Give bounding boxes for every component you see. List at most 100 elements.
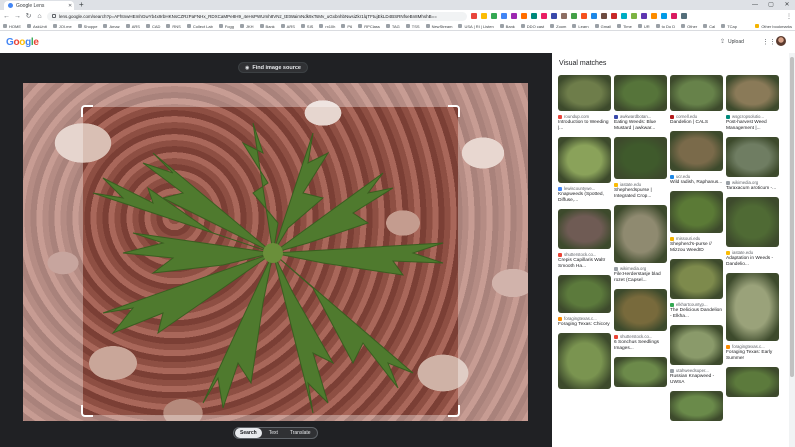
match-title[interactable]: 6 Sonchus Seedlings Images... <box>614 340 667 352</box>
extension-icon[interactable] <box>481 13 487 19</box>
visual-match-card[interactable]: elkhartcountyp... The Delicious Dandelion… <box>670 259 723 320</box>
extension-icon[interactable] <box>541 13 547 19</box>
match-title[interactable]: Shepherd's-purse // Mizzou WeedID <box>670 242 723 254</box>
scrollbar-thumb[interactable] <box>790 57 794 377</box>
bookmark-item[interactable]: Fogg <box>218 24 234 29</box>
bookmark-item[interactable]: Bank <box>499 24 515 29</box>
visual-match-card[interactable]: shutterstock.co... 6 Sonchus Seedlings Im… <box>614 289 667 352</box>
bookmark-item[interactable]: RPClass <box>358 24 380 29</box>
match-thumbnail[interactable] <box>614 75 667 111</box>
bookmark-item[interactable]: rx10h <box>319 24 335 29</box>
avatar[interactable] <box>776 36 786 46</box>
visual-match-card[interactable]: roundup.com Introduction to Weeding |... <box>558 75 611 132</box>
match-title[interactable]: Crepis Capillaris Waltr Smooth Ha... <box>558 258 611 270</box>
extension-icon[interactable] <box>501 13 507 19</box>
match-title[interactable]: Adaptation in Weeds - Dandelio... <box>726 256 779 268</box>
extension-icon[interactable] <box>591 13 597 19</box>
crop-handle-top-left[interactable] <box>81 105 93 117</box>
visual-match-card[interactable]: foragingtexas.c... Foraging Texas: Early … <box>726 273 779 362</box>
visual-match-card[interactable]: foragingtexas.c... Foraging Texas: Chicor… <box>558 275 611 328</box>
bookmark-item[interactable]: UR <box>637 24 650 29</box>
mode-translate-button[interactable]: Translate <box>285 428 316 438</box>
extension-icon[interactable] <box>491 13 497 19</box>
home-button[interactable]: ⌂ <box>36 13 43 20</box>
minimize-button[interactable]: — <box>747 0 763 10</box>
close-window-button[interactable]: ✕ <box>779 0 795 10</box>
visual-match-card[interactable]: utahweedsuper... Russian Knapweed - UWSA <box>670 325 723 386</box>
bookmark-item[interactable]: to Do D <box>655 24 675 29</box>
other-bookmarks-folder[interactable]: Other bookmarks <box>755 24 792 29</box>
match-thumbnail[interactable] <box>558 275 611 313</box>
extension-icon[interactable] <box>561 13 567 19</box>
match-title[interactable]: Foraging Texas: Chicory <box>558 322 611 328</box>
extension-icon[interactable] <box>621 13 627 19</box>
extension-icon[interactable] <box>511 13 517 19</box>
bookmark-item[interactable]: TAG <box>385 24 400 29</box>
visual-match-card[interactable]: wsgcropsolutio... Post-harvest Weed Manag… <box>726 75 779 132</box>
browser-tab[interactable]: Google Lens ✕ <box>4 1 74 10</box>
extension-icon[interactable] <box>551 13 557 19</box>
bookmark-item[interactable]: USA | RI | Listen <box>458 24 494 29</box>
visual-match-card[interactable]: wikimedia.org Taraxacum aroticum -... <box>726 137 779 192</box>
results-scrollbar[interactable] <box>789 53 795 447</box>
match-title[interactable]: Wild radish, Raphanus... <box>670 180 723 186</box>
visual-match-card[interactable]: shutterstock.co... Crepis Capillaris Walt… <box>558 209 611 270</box>
reload-button[interactable]: ↻ <box>25 12 32 20</box>
match-title[interactable]: Dandelion | CALS <box>670 120 723 126</box>
match-thumbnail[interactable] <box>670 131 723 171</box>
address-bar[interactable]: lens.google.com/search?p=AFhtnwHEmhGwYb4… <box>47 11 467 21</box>
bookmark-item[interactable]: HOME <box>3 24 21 29</box>
bookmark-item[interactable]: JOI.me <box>52 24 72 29</box>
forward-button[interactable]: → <box>14 13 21 20</box>
visual-match-card[interactable]: wikimedia.org File:Herderstasje blad roze… <box>614 205 667 284</box>
match-title[interactable]: File:Herderstasje blad rozet (Capsel... <box>614 272 667 284</box>
bookmark-item[interactable]: CAD <box>145 24 160 29</box>
extension-icon[interactable] <box>661 13 667 19</box>
bookmark-item[interactable]: Amaz <box>103 24 120 29</box>
visual-match-card[interactable] <box>670 391 723 421</box>
extension-icon[interactable] <box>611 13 617 19</box>
apps-grid-icon[interactable]: ⋮⋮ <box>762 38 776 46</box>
match-thumbnail[interactable] <box>670 391 723 421</box>
bookmark-item[interactable]: Shoppe <box>77 24 97 29</box>
bookmark-item[interactable]: Other <box>681 24 697 29</box>
match-title[interactable]: Foraging Texas: Early Summer <box>726 350 779 362</box>
match-title[interactable]: Shepherdspurse | Integrated Crop... <box>614 188 667 200</box>
visual-match-card[interactable]: cornell.edu Dandelion | CALS <box>670 75 723 126</box>
bookmark-item[interactable]: Collect Lab <box>186 24 213 29</box>
match-thumbnail[interactable] <box>726 197 779 247</box>
back-button[interactable]: ← <box>3 13 10 20</box>
bookmark-item[interactable]: RNS <box>166 24 181 29</box>
extension-icon[interactable] <box>471 13 477 19</box>
match-title[interactable]: Knapweeds (Spotted, Diffuse,... <box>558 192 611 204</box>
new-tab-button[interactable]: + <box>79 0 84 9</box>
visual-match-card[interactable]: iastate.edu Shepherdspurse | Integrated C… <box>614 137 667 200</box>
extension-icon[interactable] <box>681 13 687 19</box>
match-thumbnail[interactable] <box>614 357 667 387</box>
bookmark-item[interactable]: ARS <box>125 24 140 29</box>
find-image-source-button[interactable]: ◉ Find image source <box>238 62 308 73</box>
match-thumbnail[interactable] <box>614 137 667 179</box>
crop-handle-top-right[interactable] <box>448 105 460 117</box>
match-thumbnail[interactable] <box>726 273 779 341</box>
crop-handle-bottom-right[interactable] <box>448 405 460 417</box>
crop-handle-bottom-left[interactable] <box>81 405 93 417</box>
match-thumbnail[interactable] <box>614 289 667 331</box>
bookmark-item[interactable]: SIS <box>300 24 313 29</box>
match-thumbnail[interactable] <box>558 137 611 183</box>
match-thumbnail[interactable] <box>726 367 779 397</box>
bookmark-item[interactable]: AskUnit <box>27 24 47 29</box>
visual-match-card[interactable] <box>726 367 779 397</box>
match-thumbnail[interactable] <box>558 75 611 111</box>
extension-icon[interactable] <box>531 13 537 19</box>
match-title[interactable]: Russian Knapweed - UWSA <box>670 374 723 386</box>
visual-match-card[interactable]: ucr.edu Wild radish, Raphanus... <box>670 131 723 186</box>
match-title[interactable]: The Delicious Dandelion - Elkha... <box>670 308 723 320</box>
bookmark-item[interactable]: Time <box>617 24 632 29</box>
bookmark-item[interactable]: TCap <box>721 24 737 29</box>
match-thumbnail[interactable] <box>558 209 611 249</box>
browser-menu-button[interactable]: ⋮ <box>786 13 792 20</box>
bookmark-item[interactable]: DDO cast <box>520 24 544 29</box>
match-thumbnail[interactable] <box>670 259 723 299</box>
extension-icon[interactable] <box>581 13 587 19</box>
